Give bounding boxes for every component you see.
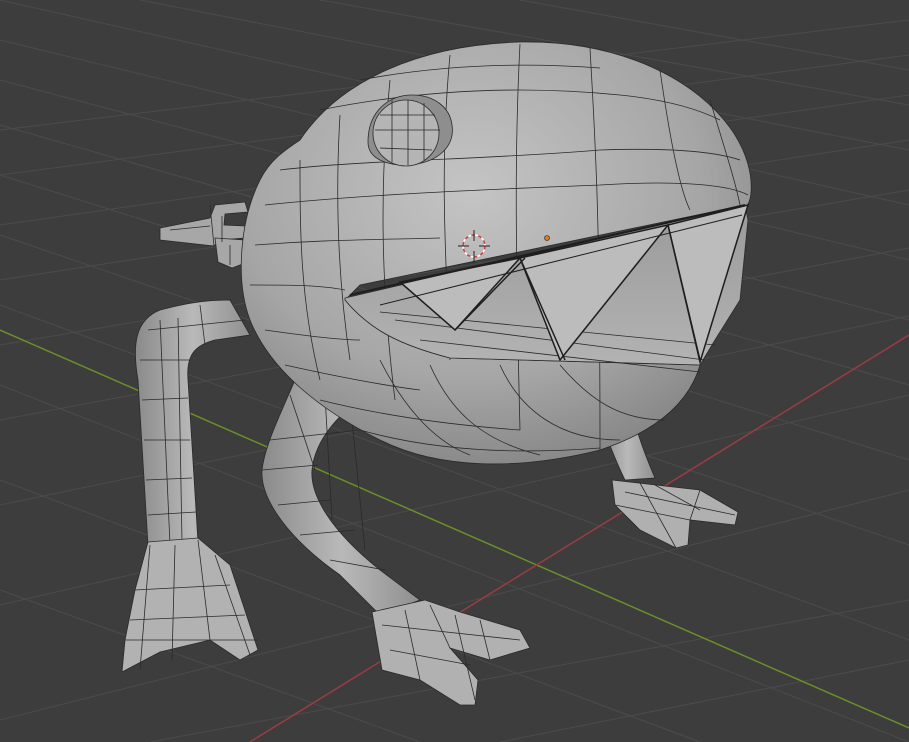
object-origin-icon [544,235,550,241]
3d-viewport[interactable] [0,0,909,742]
viewport-canvas[interactable] [0,0,909,742]
